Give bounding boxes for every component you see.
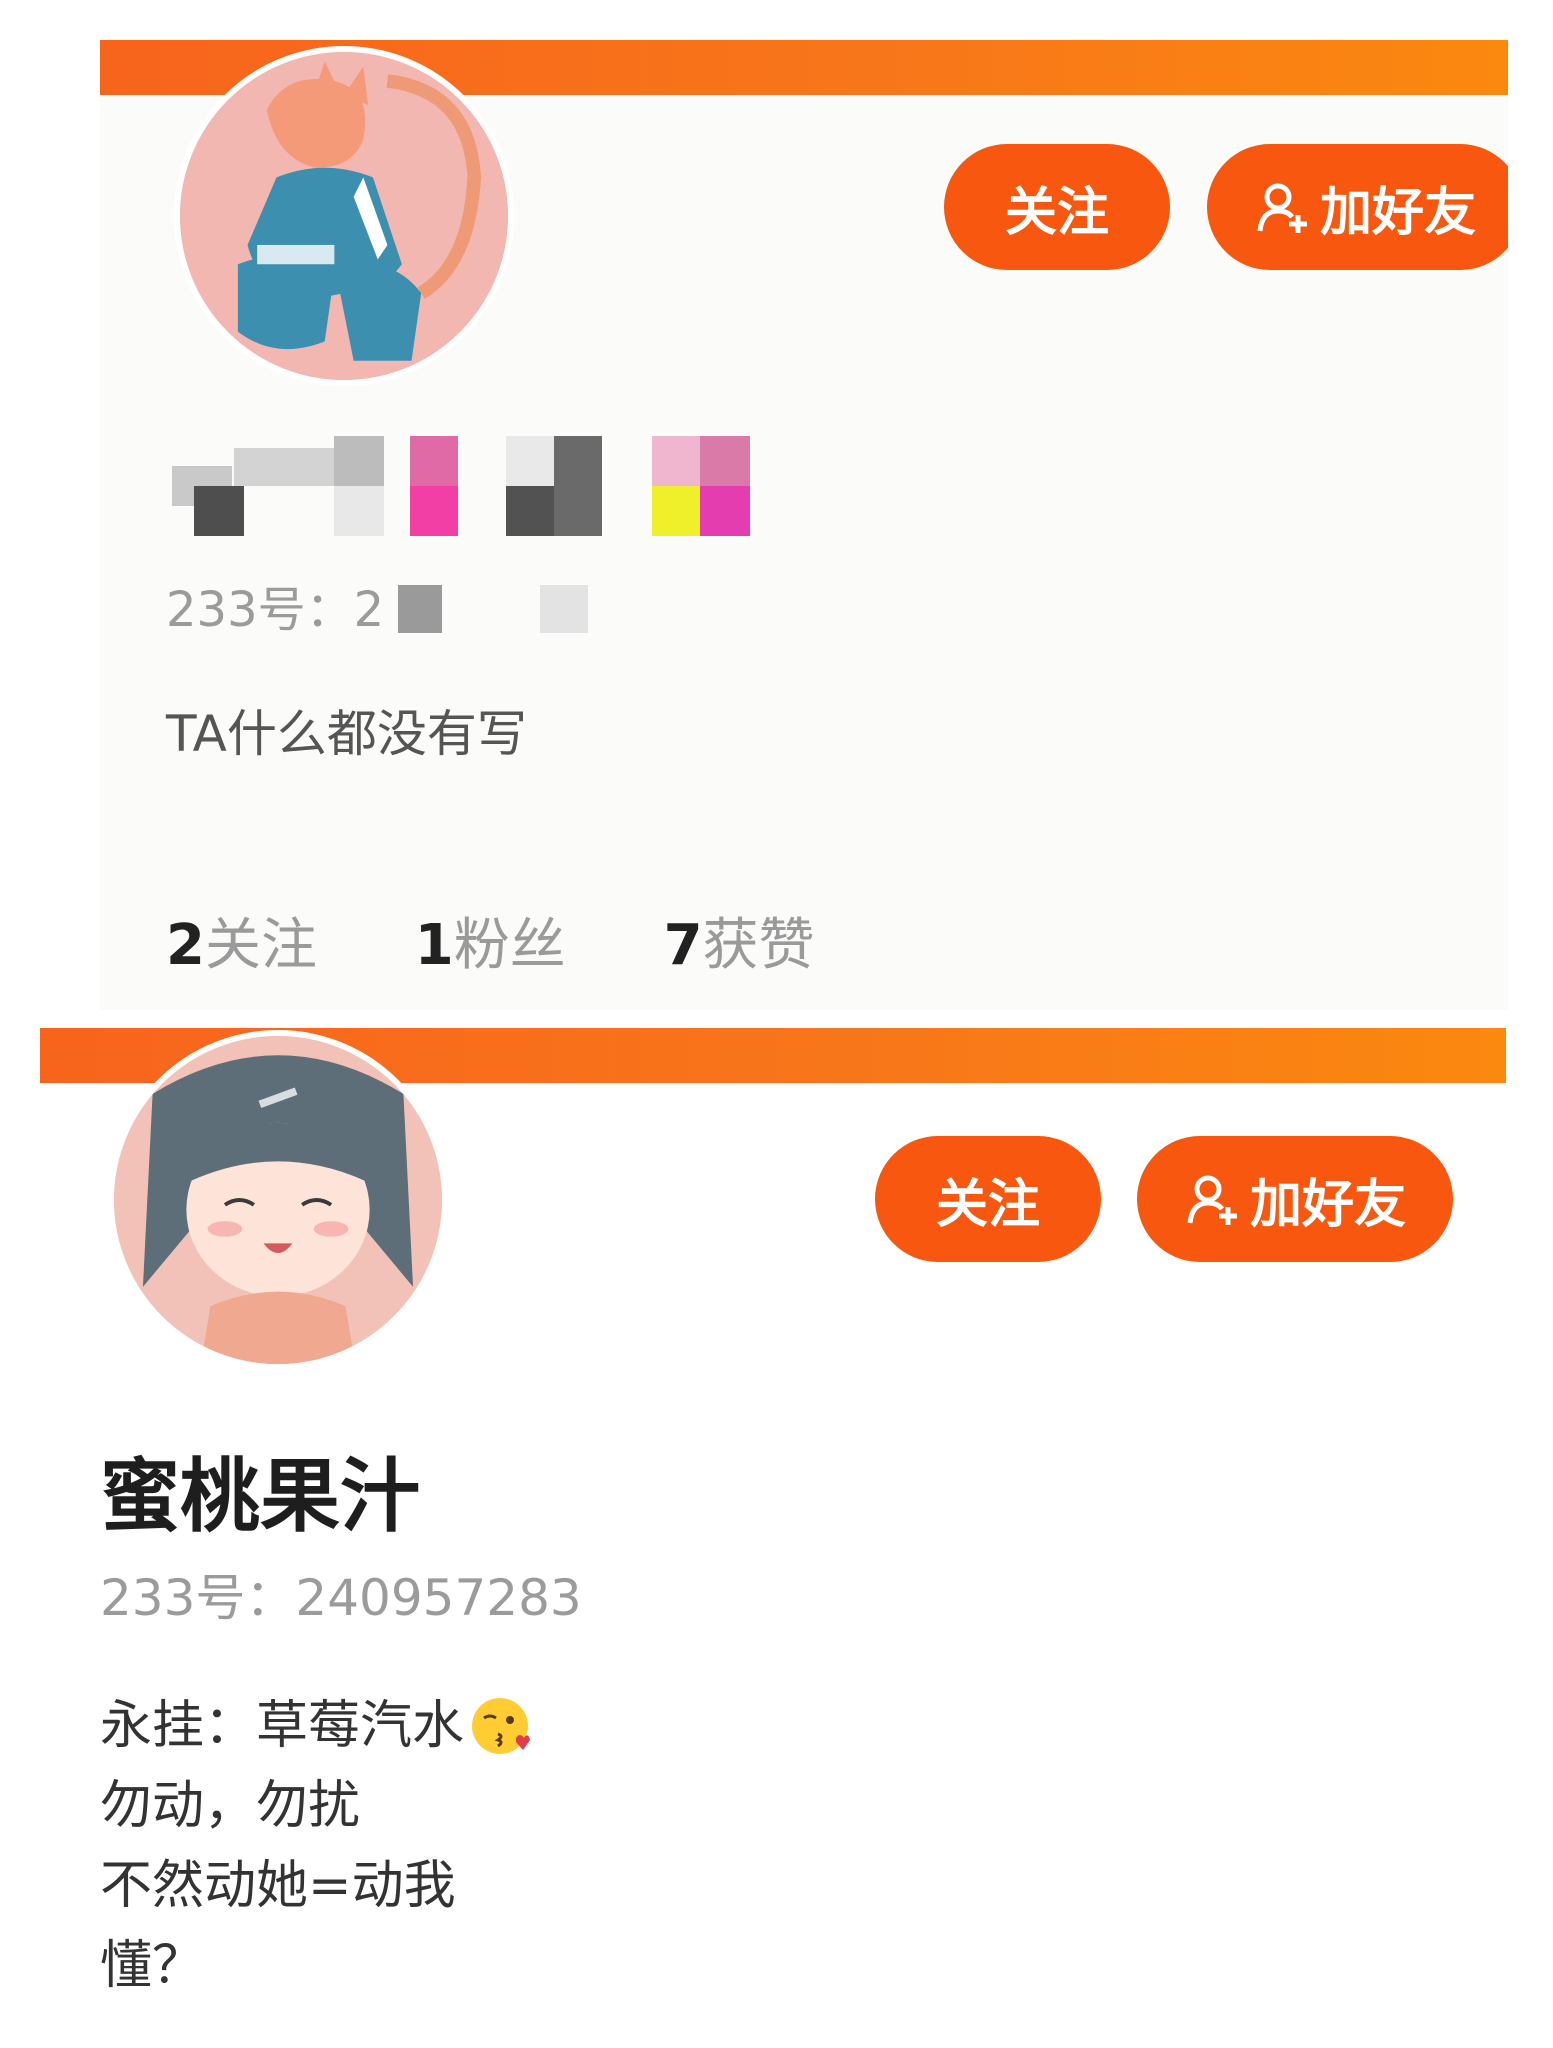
stat-likes[interactable]: 7获赞 (664, 900, 815, 981)
kissing-face-emoji-icon (468, 1694, 532, 1758)
uid-text: 233号：2 (166, 570, 384, 640)
uid-label: 233号： (166, 582, 354, 638)
user-plus-icon (1254, 179, 1310, 235)
uid-mosaic (540, 585, 588, 633)
add-friend-button[interactable]: 加好友 (1137, 1136, 1453, 1262)
bio-text: 永挂：草莓汽水 勿动，勿扰 不然动她=动我 懂？ (100, 1686, 532, 2006)
avatar-image (180, 52, 508, 380)
user-plus-icon (1184, 1171, 1240, 1227)
profile-card-1: 关注 加好友 233号：2 TA什么都没有写 2关注 1粉丝 7获赞 (100, 40, 1508, 1010)
avatar[interactable] (174, 46, 514, 386)
add-friend-button-label: 加好友 (1319, 182, 1476, 243)
bio-line: 永挂：草莓汽水 (100, 1686, 532, 1766)
nickname-mosaic (164, 436, 784, 536)
bio-line: 不然动她=动我 (100, 1856, 456, 1916)
follow-button[interactable]: 关注 (875, 1136, 1101, 1262)
bio-line: 懂？ (100, 1936, 205, 1996)
bio-text: TA什么都没有写 (166, 705, 527, 763)
avatar[interactable] (108, 1030, 448, 1370)
stats-row: 2关注 1粉丝 7获赞 (166, 900, 895, 981)
follow-button[interactable]: 关注 (944, 144, 1170, 270)
avatar-image (114, 1036, 442, 1364)
follow-button-label: 关注 (935, 1174, 1040, 1235)
bio-line: 勿动，勿扰 (100, 1776, 361, 1836)
uid-mosaic (398, 585, 442, 633)
add-friend-button[interactable]: 加好友 (1207, 144, 1508, 270)
stat-following[interactable]: 2关注 (166, 900, 317, 981)
add-friend-button-label: 加好友 (1249, 1174, 1406, 1235)
profile-name: 蜜桃果汁 (100, 1450, 420, 1543)
uid-text: 233号：240957283 (100, 1569, 582, 1627)
stat-fans[interactable]: 1粉丝 (415, 900, 566, 981)
profile-card-2: 关注 加好友 蜜桃果汁 233号：240957283 永挂：草莓汽水 勿动，勿扰… (40, 1028, 1506, 2048)
follow-button-label: 关注 (1004, 182, 1109, 243)
uid-value: 2 (353, 582, 385, 638)
